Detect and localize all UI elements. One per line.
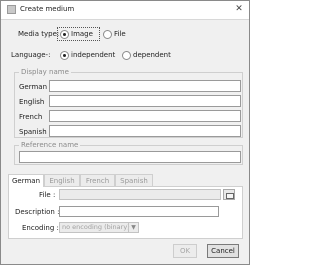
- description-label: Description :: [15, 208, 60, 216]
- tab-german[interactable]: German: [8, 174, 44, 187]
- window-title: Create medium: [20, 5, 75, 13]
- reference-name-input[interactable]: [19, 151, 241, 163]
- media-type-file-label[interactable]: File: [114, 30, 126, 38]
- close-button[interactable]: ✕: [233, 3, 245, 15]
- medium-icon: [7, 5, 16, 14]
- file-input[interactable]: [59, 189, 221, 200]
- media-type-file-radio[interactable]: [103, 30, 112, 39]
- ok-button[interactable]: OK: [173, 244, 197, 258]
- display-name-french-label: French: [19, 113, 43, 121]
- encoding-select[interactable]: no encoding (binary) ▼: [59, 222, 139, 233]
- reference-name-legend: Reference name: [19, 141, 81, 149]
- tab-french[interactable]: French: [80, 174, 115, 186]
- description-input[interactable]: [59, 206, 219, 217]
- cancel-button[interactable]: Cancel: [207, 244, 239, 258]
- display-name-french-input[interactable]: [49, 110, 241, 122]
- display-name-spanish-input[interactable]: [49, 125, 241, 137]
- tab-spanish[interactable]: Spanish: [115, 174, 153, 186]
- chevron-down-icon: ▼: [128, 223, 138, 232]
- language-independent-label[interactable]: independent: [71, 51, 115, 59]
- encoding-value: no encoding (binary): [62, 223, 130, 231]
- folder-icon[interactable]: [223, 189, 235, 200]
- encoding-label: Encoding :: [22, 224, 59, 232]
- display-name-german-label: German: [19, 83, 48, 91]
- display-name-legend: Display name: [19, 68, 71, 76]
- language-dependent-radio[interactable]: [122, 51, 131, 60]
- file-label: File :: [39, 191, 56, 199]
- title-bar: Create medium ✕: [1, 1, 249, 20]
- media-type-label: Media type:: [18, 30, 60, 38]
- media-type-image-label[interactable]: Image: [71, 30, 93, 38]
- display-name-english-input[interactable]: [49, 95, 241, 107]
- language-dependent-label[interactable]: dependent: [133, 51, 171, 59]
- display-name-german-input[interactable]: [49, 80, 241, 92]
- create-medium-dialog: Create medium ✕ Media type: Image File L…: [0, 0, 250, 265]
- display-name-spanish-label: Spanish: [19, 128, 47, 136]
- display-name-english-label: English: [19, 98, 45, 106]
- language-independent-radio[interactable]: [60, 51, 69, 60]
- language-label: Language-:: [11, 51, 51, 59]
- media-type-image-radio[interactable]: [60, 30, 69, 39]
- tab-english[interactable]: English: [44, 174, 80, 186]
